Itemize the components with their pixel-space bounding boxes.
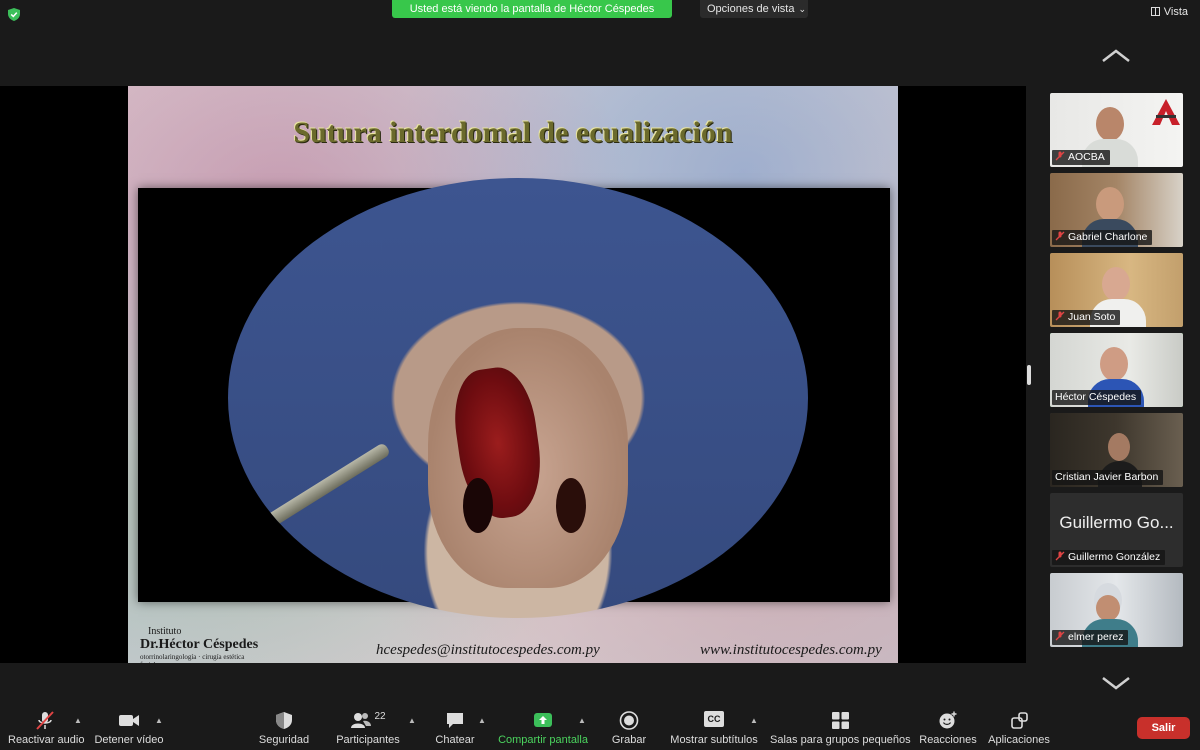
layout-grid-icon [1150,7,1160,16]
presentation-slide: Sutura interdomal de ecualización Instit… [128,86,898,663]
scroll-down-chevron-icon[interactable] [1101,676,1131,690]
record-label: Grabar [611,734,647,746]
participant-name-tag: Juan Soto [1052,310,1121,325]
stop-video-label: Detener vídeo [94,734,164,746]
mic-muted-icon [1055,551,1065,561]
breakout-rooms-grid-icon [831,712,849,729]
participant-name: Juan Soto [1068,311,1116,323]
participant-tile[interactable]: elmer perez [1050,573,1183,647]
participant-tile[interactable]: AOCBA [1050,93,1183,167]
screen-share-banner: Usted está viendo la pantalla de Héctor … [392,0,672,18]
participant-name: Cristian Javier Barbon [1055,471,1159,483]
participant-name-tag: AOCBA [1052,150,1110,165]
meeting-toolbar: Reactivar audio ▲ Detener vídeo ▲ Seguri… [0,705,1200,750]
chat-options-caret-icon[interactable]: ▲ [478,716,486,725]
scroll-up-chevron-icon[interactable] [1101,49,1131,63]
breakout-rooms-label: Salas para grupos pequeños [770,734,911,746]
chat-bubble-icon [447,713,463,728]
shared-screen-area: Sutura interdomal de ecualización Instit… [0,86,1026,663]
audio-options-caret-icon[interactable]: ▲ [74,716,82,725]
reactions-label: Reacciones [919,734,977,746]
participant-name: Guillermo González [1068,551,1161,563]
participant-tile[interactable]: Guillermo Go... Guillermo González [1050,493,1183,567]
top-bar: Usted está viendo la pantalla de Héctor … [0,0,1200,28]
view-options-label: Opciones de vista [707,3,795,15]
participant-name-tag: elmer perez [1052,630,1129,645]
apps-button[interactable]: Aplicaciones [986,711,1052,746]
participant-name: Héctor Céspedes [1055,391,1137,403]
show-subtitles-button[interactable]: CC Mostrar subtítulos [670,711,758,746]
participant-name: AOCBA [1068,151,1105,163]
chat-label: Chatear [435,734,475,746]
participants-label: Participantes [336,734,400,746]
participants-count: 22 [374,711,386,722]
share-options-caret-icon[interactable]: ▲ [578,716,586,725]
record-icon [619,711,639,730]
forceps-instrument [264,441,392,529]
unmute-label: Reactivar audio [8,734,85,746]
slide-title: Sutura interdomal de ecualización [293,116,733,149]
chat-button[interactable]: Chatear [430,711,480,746]
mic-muted-icon [1055,631,1065,641]
mic-muted-icon [1055,311,1065,321]
unmute-button[interactable]: Reactivar audio [8,711,85,746]
participants-button[interactable]: 22 Participantes [333,711,403,746]
share-screen-button[interactable]: Compartir pantalla [497,711,589,746]
mic-muted-icon [36,711,54,730]
institute-logo: Instituto Dr.Héctor Céspedes otorrinolar… [140,626,260,663]
panel-resize-handle[interactable] [1027,365,1031,385]
participant-tile-active-speaker[interactable]: Héctor Céspedes [1050,333,1183,407]
view-options-button[interactable]: Opciones de vista ⌄ [700,0,808,18]
breakout-rooms-button[interactable]: Salas para grupos pequeños [770,711,911,746]
logo-line-1: Instituto [148,626,182,637]
leave-meeting-button[interactable]: Salir [1137,717,1190,739]
video-camera-icon [119,715,139,726]
security-label: Seguridad [258,734,310,746]
show-subtitles-label: Mostrar subtítulos [670,734,758,746]
security-shield-icon[interactable] [8,8,20,21]
video-options-caret-icon[interactable]: ▲ [155,716,163,725]
mic-muted-icon [1055,231,1065,241]
security-button[interactable]: Seguridad [255,711,313,746]
smiley-plus-icon [939,711,957,729]
participant-name: Gabriel Charlone [1068,231,1148,243]
logo-line-3: otorrinolaringología · cirugía estética … [140,653,245,663]
share-screen-label: Compartir pantalla [498,734,588,746]
participant-tile[interactable]: Juan Soto [1050,253,1183,327]
view-button[interactable]: Vista [1150,6,1188,18]
aocba-logo [1152,99,1180,125]
security-shield-icon [276,712,292,729]
view-button-label: Vista [1163,6,1188,18]
share-screen-arrow-icon [534,713,552,727]
slide-email: hcespedes@institutocespedes.com.py [376,642,600,658]
participant-tile[interactable]: Gabriel Charlone [1050,173,1183,247]
logo-line-2: Dr.Héctor Céspedes [140,637,259,652]
closed-caption-icon: CC [704,711,724,727]
subtitles-options-caret-icon[interactable]: ▲ [750,716,758,725]
participant-placeholder-name: Guillermo Go... [1059,513,1174,532]
reactions-button[interactable]: Reacciones [918,711,978,746]
participant-name: elmer perez [1068,631,1124,643]
participant-name-tag: Gabriel Charlone [1052,230,1153,245]
surgery-photo-image [228,178,808,618]
participant-name-tag: Guillermo González [1052,550,1166,565]
apps-label: Aplicaciones [988,734,1050,746]
participants-options-caret-icon[interactable]: ▲ [408,716,416,725]
record-button[interactable]: Grabar [607,711,651,746]
mic-muted-icon [1055,151,1065,161]
chevron-down-icon: ⌄ [798,4,806,14]
apps-icon [1010,712,1028,729]
participant-name-tag: Cristian Javier Barbon [1052,470,1164,485]
participants-icon [351,713,372,728]
participant-tile[interactable]: Cristian Javier Barbon [1050,413,1183,487]
slide-website: www.institutocespedes.com.py [700,642,882,658]
stop-video-button[interactable]: Detener vídeo [94,711,164,746]
participant-name-tag: Héctor Céspedes [1052,390,1142,405]
surgery-photo [138,178,890,618]
